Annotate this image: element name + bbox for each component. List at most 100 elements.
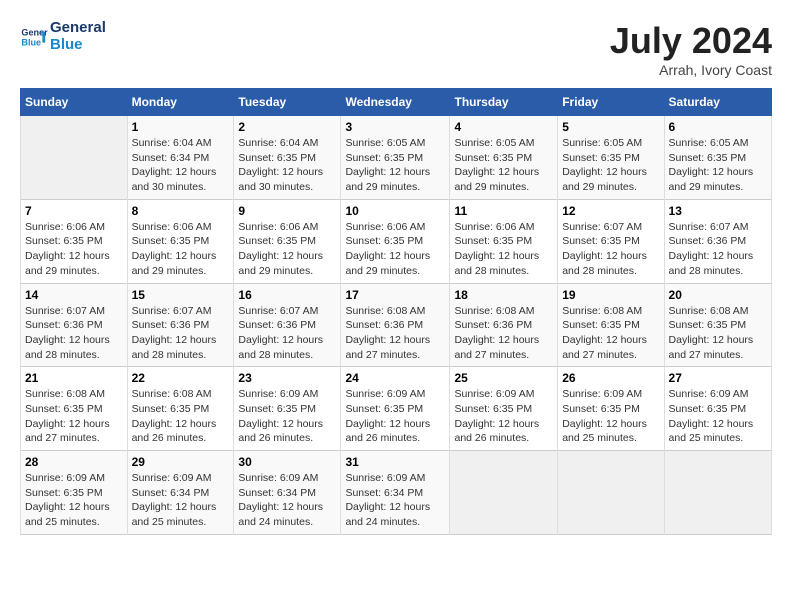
day-info: Sunrise: 6:06 AMSunset: 6:35 PMDaylight:…	[345, 220, 445, 279]
day-info: Sunrise: 6:07 AMSunset: 6:36 PMDaylight:…	[238, 304, 336, 363]
day-number: 15	[132, 288, 230, 302]
day-info: Sunrise: 6:08 AMSunset: 6:35 PMDaylight:…	[669, 304, 767, 363]
header-saturday: Saturday	[664, 89, 771, 116]
day-number: 7	[25, 204, 123, 218]
calendar-cell: 4Sunrise: 6:05 AMSunset: 6:35 PMDaylight…	[450, 116, 558, 200]
day-info: Sunrise: 6:08 AMSunset: 6:36 PMDaylight:…	[345, 304, 445, 363]
calendar-cell: 6Sunrise: 6:05 AMSunset: 6:35 PMDaylight…	[664, 116, 771, 200]
day-info: Sunrise: 6:07 AMSunset: 6:36 PMDaylight:…	[669, 220, 767, 279]
day-info: Sunrise: 6:06 AMSunset: 6:35 PMDaylight:…	[25, 220, 123, 279]
day-number: 8	[132, 204, 230, 218]
week-row-3: 14Sunrise: 6:07 AMSunset: 6:36 PMDayligh…	[21, 283, 772, 367]
day-number: 11	[454, 204, 553, 218]
day-number: 26	[562, 371, 659, 385]
calendar-cell: 13Sunrise: 6:07 AMSunset: 6:36 PMDayligh…	[664, 199, 771, 283]
week-row-5: 28 Sunrise: 6:09 AMSunset: 6:35 PMDayligh…	[21, 451, 772, 535]
logo-general: General	[50, 20, 106, 37]
day-number: 30	[238, 455, 336, 469]
day-number: 5	[562, 120, 659, 134]
calendar-cell: 3 Sunrise: 6:05 AMSunset: 6:35 PMDaylight…	[341, 116, 450, 200]
calendar-cell: 9Sunrise: 6:06 AMSunset: 6:35 PMDaylight…	[234, 199, 341, 283]
header-sunday: Sunday	[21, 89, 128, 116]
day-info: Sunrise: 6:09 AMSunset: 6:35 PMDaylight:…	[345, 387, 445, 446]
calendar-cell: 22Sunrise: 6:08 AMSunset: 6:35 PMDayligh…	[127, 367, 234, 451]
day-number: 27	[669, 371, 767, 385]
calendar-cell	[664, 451, 771, 535]
day-info: Sunrise: 6:09 AMSunset: 6:34 PMDaylight:…	[238, 471, 336, 530]
header-friday: Friday	[558, 89, 664, 116]
calendar-table: SundayMondayTuesdayWednesdayThursdayFrid…	[20, 88, 772, 535]
logo-blue: Blue	[50, 37, 106, 54]
day-number: 20	[669, 288, 767, 302]
calendar-cell	[21, 116, 128, 200]
calendar-cell: 12Sunrise: 6:07 AMSunset: 6:35 PMDayligh…	[558, 199, 664, 283]
calendar-cell: 14Sunrise: 6:07 AMSunset: 6:36 PMDayligh…	[21, 283, 128, 367]
day-info: Sunrise: 6:08 AMSunset: 6:35 PMDaylight:…	[132, 387, 230, 446]
svg-text:Blue: Blue	[21, 37, 41, 47]
calendar-cell: 26 Sunrise: 6:09 AMSunset: 6:35 PMDayligh…	[558, 367, 664, 451]
day-number: 28	[25, 455, 123, 469]
day-info: Sunrise: 6:07 AMSunset: 6:36 PMDaylight:…	[25, 304, 123, 363]
day-number: 24	[345, 371, 445, 385]
day-info: Sunrise: 6:04 AMSunset: 6:34 PMDaylight:…	[132, 136, 230, 195]
location: Arrah, Ivory Coast	[610, 62, 772, 78]
day-info: Sunrise: 6:06 AMSunset: 6:35 PMDaylight:…	[454, 220, 553, 279]
calendar-cell: 10 Sunrise: 6:06 AMSunset: 6:35 PMDayligh…	[341, 199, 450, 283]
title-block: July 2024 Arrah, Ivory Coast	[610, 20, 772, 78]
day-info: Sunrise: 6:08 AMSunset: 6:35 PMDaylight:…	[562, 304, 659, 363]
day-number: 17	[345, 288, 445, 302]
day-info: Sunrise: 6:07 AMSunset: 6:36 PMDaylight:…	[132, 304, 230, 363]
day-number: 21	[25, 371, 123, 385]
calendar-cell: 1 Sunrise: 6:04 AMSunset: 6:34 PMDaylight…	[127, 116, 234, 200]
day-info: Sunrise: 6:05 AMSunset: 6:35 PMDaylight:…	[562, 136, 659, 195]
calendar-cell: 18 Sunrise: 6:08 AMSunset: 6:36 PMDayligh…	[450, 283, 558, 367]
day-number: 10	[345, 204, 445, 218]
day-number: 29	[132, 455, 230, 469]
calendar-header-row: SundayMondayTuesdayWednesdayThursdayFrid…	[21, 89, 772, 116]
calendar-cell: 23 Sunrise: 6:09 AMSunset: 6:35 PMDayligh…	[234, 367, 341, 451]
header-tuesday: Tuesday	[234, 89, 341, 116]
calendar-cell: 20 Sunrise: 6:08 AMSunset: 6:35 PMDayligh…	[664, 283, 771, 367]
header-wednesday: Wednesday	[341, 89, 450, 116]
calendar-cell: 7 Sunrise: 6:06 AMSunset: 6:35 PMDaylight…	[21, 199, 128, 283]
calendar-cell: 5 Sunrise: 6:05 AMSunset: 6:35 PMDaylight…	[558, 116, 664, 200]
calendar-cell	[450, 451, 558, 535]
header-thursday: Thursday	[450, 89, 558, 116]
calendar-cell: 28 Sunrise: 6:09 AMSunset: 6:35 PMDayligh…	[21, 451, 128, 535]
day-info: Sunrise: 6:09 AMSunset: 6:34 PMDaylight:…	[132, 471, 230, 530]
day-info: Sunrise: 6:05 AMSunset: 6:35 PMDaylight:…	[454, 136, 553, 195]
calendar-cell: 29 Sunrise: 6:09 AMSunset: 6:34 PMDayligh…	[127, 451, 234, 535]
calendar-cell: 8 Sunrise: 6:06 AMSunset: 6:35 PMDaylight…	[127, 199, 234, 283]
day-number: 31	[345, 455, 445, 469]
day-info: Sunrise: 6:05 AMSunset: 6:35 PMDaylight:…	[345, 136, 445, 195]
logo-icon: General Blue	[20, 23, 48, 51]
calendar-cell: 21Sunrise: 6:08 AMSunset: 6:35 PMDayligh…	[21, 367, 128, 451]
day-info: Sunrise: 6:06 AMSunset: 6:35 PMDaylight:…	[132, 220, 230, 279]
month-title: July 2024	[610, 20, 772, 62]
day-number: 19	[562, 288, 659, 302]
calendar-cell: 11 Sunrise: 6:06 AMSunset: 6:35 PMDayligh…	[450, 199, 558, 283]
page-header: General Blue General Blue July 2024 Arra…	[20, 20, 772, 78]
day-info: Sunrise: 6:09 AMSunset: 6:35 PMDaylight:…	[562, 387, 659, 446]
day-number: 25	[454, 371, 553, 385]
calendar-cell: 2Sunrise: 6:04 AMSunset: 6:35 PMDaylight…	[234, 116, 341, 200]
day-number: 1	[132, 120, 230, 134]
calendar-cell: 27 Sunrise: 6:09 AMSunset: 6:35 PMDayligh…	[664, 367, 771, 451]
day-info: Sunrise: 6:06 AMSunset: 6:35 PMDaylight:…	[238, 220, 336, 279]
calendar-cell: 24 Sunrise: 6:09 AMSunset: 6:35 PMDayligh…	[341, 367, 450, 451]
day-info: Sunrise: 6:09 AMSunset: 6:35 PMDaylight:…	[454, 387, 553, 446]
day-number: 3	[345, 120, 445, 134]
calendar-cell: 16Sunrise: 6:07 AMSunset: 6:36 PMDayligh…	[234, 283, 341, 367]
header-monday: Monday	[127, 89, 234, 116]
day-number: 2	[238, 120, 336, 134]
day-number: 23	[238, 371, 336, 385]
day-info: Sunrise: 6:09 AMSunset: 6:35 PMDaylight:…	[669, 387, 767, 446]
day-info: Sunrise: 6:08 AMSunset: 6:36 PMDaylight:…	[454, 304, 553, 363]
calendar-cell: 31Sunrise: 6:09 AMSunset: 6:34 PMDayligh…	[341, 451, 450, 535]
day-number: 18	[454, 288, 553, 302]
day-number: 6	[669, 120, 767, 134]
day-info: Sunrise: 6:07 AMSunset: 6:35 PMDaylight:…	[562, 220, 659, 279]
day-info: Sunrise: 6:09 AMSunset: 6:35 PMDaylight:…	[25, 471, 123, 530]
calendar-cell	[558, 451, 664, 535]
day-info: Sunrise: 6:09 AMSunset: 6:35 PMDaylight:…	[238, 387, 336, 446]
